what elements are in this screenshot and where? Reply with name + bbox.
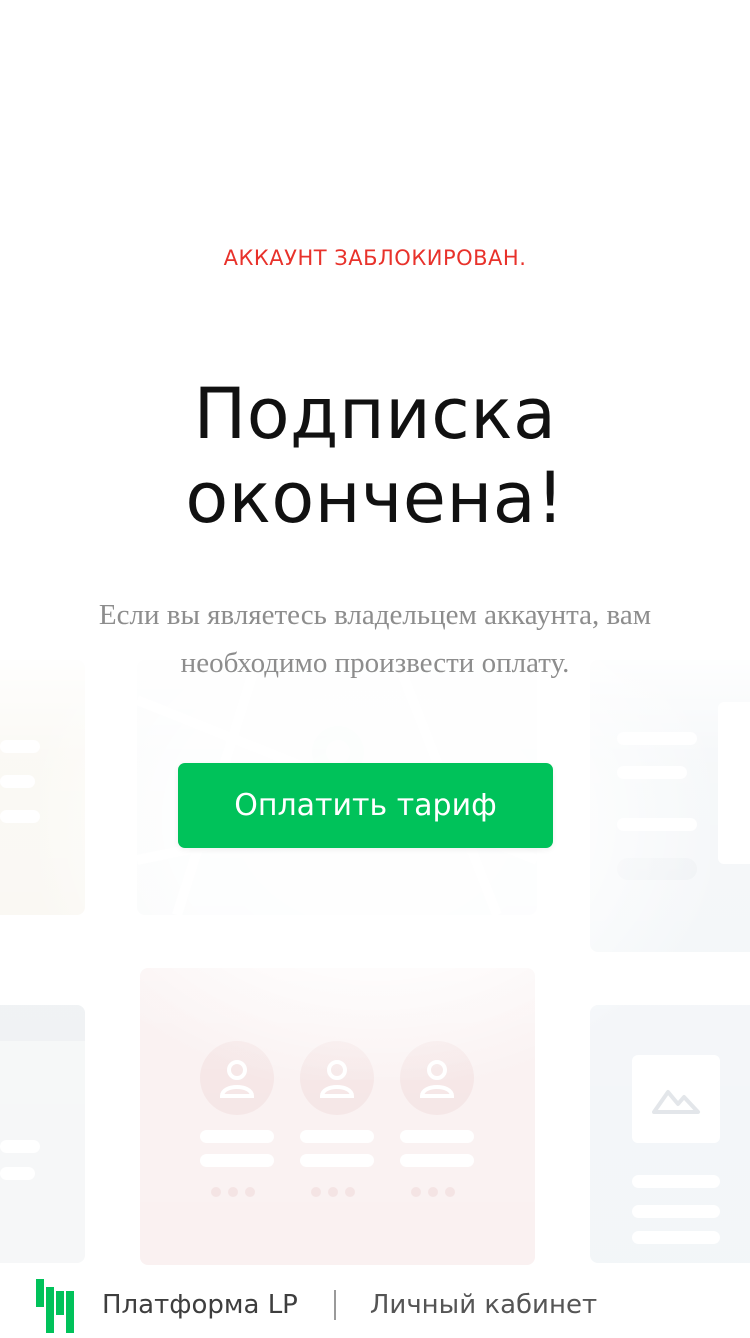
payment-description: Если вы являетесь владельцем аккаунта, в… [98,599,652,679]
bg-card-left-top [0,660,85,915]
account-blocked-status: АККАУНТ ЗАБЛОКИРОВАН. [223,246,527,270]
platforma-lp-logo[interactable] [36,1277,82,1333]
brand-name[interactable]: Платформа LP [102,1290,298,1320]
bg-card-right-top [590,660,750,952]
title-line-2: окончена! [185,457,565,539]
page-title: Подписка окончена! [0,372,750,540]
personal-cabinet-link[interactable]: Личный кабинет [370,1290,597,1320]
person-icon [300,1041,374,1115]
title-line-1: Подписка [193,373,557,455]
person-icon [400,1041,474,1115]
pay-tariff-button[interactable]: Оплатить тариф [178,763,553,848]
bg-card-left-bottom [0,1005,85,1263]
person-icon [200,1041,274,1115]
mountain-image-icon [632,1055,720,1143]
footer-divider [333,1290,336,1320]
bg-card-right-bottom [590,1005,750,1263]
bg-card-team [140,968,535,1265]
footer: Платформа LP Личный кабинет [36,1277,597,1333]
